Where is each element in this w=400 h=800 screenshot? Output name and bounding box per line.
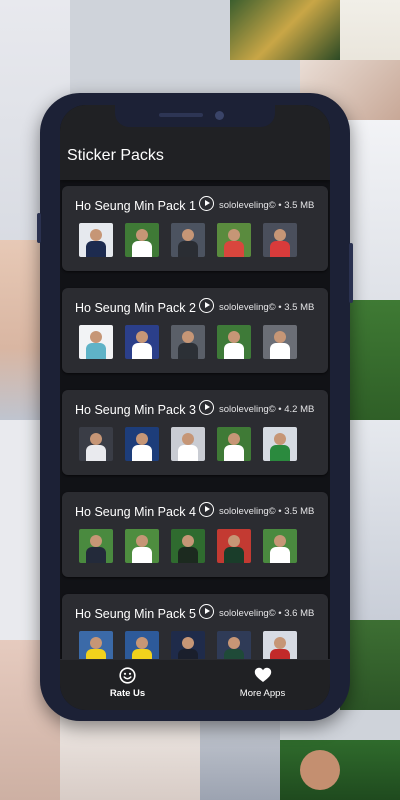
sticker-thumbnail[interactable]: [217, 223, 251, 257]
sticker-thumbnails: [79, 529, 297, 563]
sticker-thumbnail[interactable]: [171, 223, 205, 257]
sticker-thumbnail[interactable]: [79, 529, 113, 563]
front-camera: [215, 111, 224, 120]
pack-meta: sololeveling© • 4.2 MB: [219, 404, 315, 415]
pack-name: Ho Seung Min Pack 5: [75, 607, 196, 621]
sticker-thumbnail[interactable]: [263, 529, 297, 563]
bg-photo-smile: [60, 710, 200, 800]
sticker-pack-card[interactable]: Ho Seung Min Pack 1 sololeveling© • 3.5 M…: [62, 186, 328, 271]
phone-screen: Sticker Packs Ho Seung Min Pack 1 sololev…: [60, 105, 330, 710]
sticker-thumbnail[interactable]: [171, 631, 205, 660]
sticker-thumbnails: [79, 427, 297, 461]
sticker-thumbnail[interactable]: [125, 427, 159, 461]
sticker-thumbnail[interactable]: [79, 223, 113, 257]
pack-meta: sololeveling© • 3.5 MB: [219, 200, 315, 211]
page-title: Sticker Packs: [67, 147, 164, 164]
bg-photo-teammates: [230, 0, 340, 60]
sticker-thumbnail[interactable]: [125, 631, 159, 660]
sticker-thumbnail[interactable]: [79, 325, 113, 359]
phone-notch: [115, 105, 275, 127]
sticker-thumbnail[interactable]: [171, 325, 205, 359]
sticker-thumbnail[interactable]: [263, 223, 297, 257]
pack-name: Ho Seung Min Pack 3: [75, 403, 196, 417]
sticker-thumbnail[interactable]: [125, 223, 159, 257]
pack-meta: sololeveling© • 3.6 MB: [219, 608, 315, 619]
pack-name: Ho Seung Min Pack 1: [75, 199, 196, 213]
play-icon[interactable]: [199, 196, 214, 211]
sticker-thumbnails: [79, 223, 297, 257]
sticker-thumbnail[interactable]: [263, 631, 297, 660]
sticker-thumbnail[interactable]: [79, 427, 113, 461]
sticker-thumbnail[interactable]: [125, 325, 159, 359]
nav-rate-us-label: Rate Us: [109, 688, 146, 699]
sticker-thumbnail[interactable]: [171, 529, 205, 563]
bg-photo-crowd: [200, 710, 280, 800]
heart-icon: [254, 666, 272, 684]
bg-photo-face: [300, 750, 340, 790]
phone-power-button: [349, 243, 353, 303]
pack-meta: sololeveling© • 3.5 MB: [219, 302, 315, 313]
sticker-thumbnail[interactable]: [171, 427, 205, 461]
play-icon[interactable]: [199, 502, 214, 517]
sticker-thumbnail[interactable]: [217, 631, 251, 660]
bottom-navigation: Rate Us More Apps: [60, 659, 330, 710]
play-icon[interactable]: [199, 400, 214, 415]
sticker-pack-list[interactable]: Ho Seung Min Pack 1 sololeveling© • 3.5 M…: [60, 180, 330, 660]
sticker-thumbnail[interactable]: [217, 529, 251, 563]
smiley-icon: [119, 666, 136, 684]
bg-photo-stadium: [280, 740, 400, 800]
sticker-thumbnail[interactable]: [263, 427, 297, 461]
sticker-thumbnail[interactable]: [125, 529, 159, 563]
sticker-thumbnail[interactable]: [263, 325, 297, 359]
nav-more-apps-label: More Apps: [239, 688, 286, 699]
pack-name: Ho Seung Min Pack 4: [75, 505, 196, 519]
sticker-pack-card[interactable]: Ho Seung Min Pack 3 sololeveling© • 4.2 M…: [62, 390, 328, 475]
sticker-pack-card[interactable]: Ho Seung Min Pack 2 sololeveling© • 3.5 M…: [62, 288, 328, 373]
sticker-thumbnail[interactable]: [217, 427, 251, 461]
phone-side-button: [37, 213, 41, 243]
sticker-thumbnails: [79, 631, 297, 660]
nav-rate-us[interactable]: Rate Us: [60, 660, 195, 710]
pack-name: Ho Seung Min Pack 2: [75, 301, 196, 315]
speaker-grille: [159, 113, 203, 117]
play-icon[interactable]: [199, 298, 214, 313]
sticker-pack-card[interactable]: Ho Seung Min Pack 4 sololeveling© • 3.5 M…: [62, 492, 328, 577]
sticker-thumbnails: [79, 325, 297, 359]
pack-meta: sololeveling© • 3.5 MB: [219, 506, 315, 517]
nav-more-apps[interactable]: More Apps: [195, 660, 330, 710]
sticker-thumbnail[interactable]: [79, 631, 113, 660]
phone-mockup: Sticker Packs Ho Seung Min Pack 1 sololev…: [37, 93, 353, 721]
play-icon[interactable]: [199, 604, 214, 619]
sticker-pack-card[interactable]: Ho Seung Min Pack 5 sololeveling© • 3.6 M…: [62, 594, 328, 660]
sticker-thumbnail[interactable]: [217, 325, 251, 359]
